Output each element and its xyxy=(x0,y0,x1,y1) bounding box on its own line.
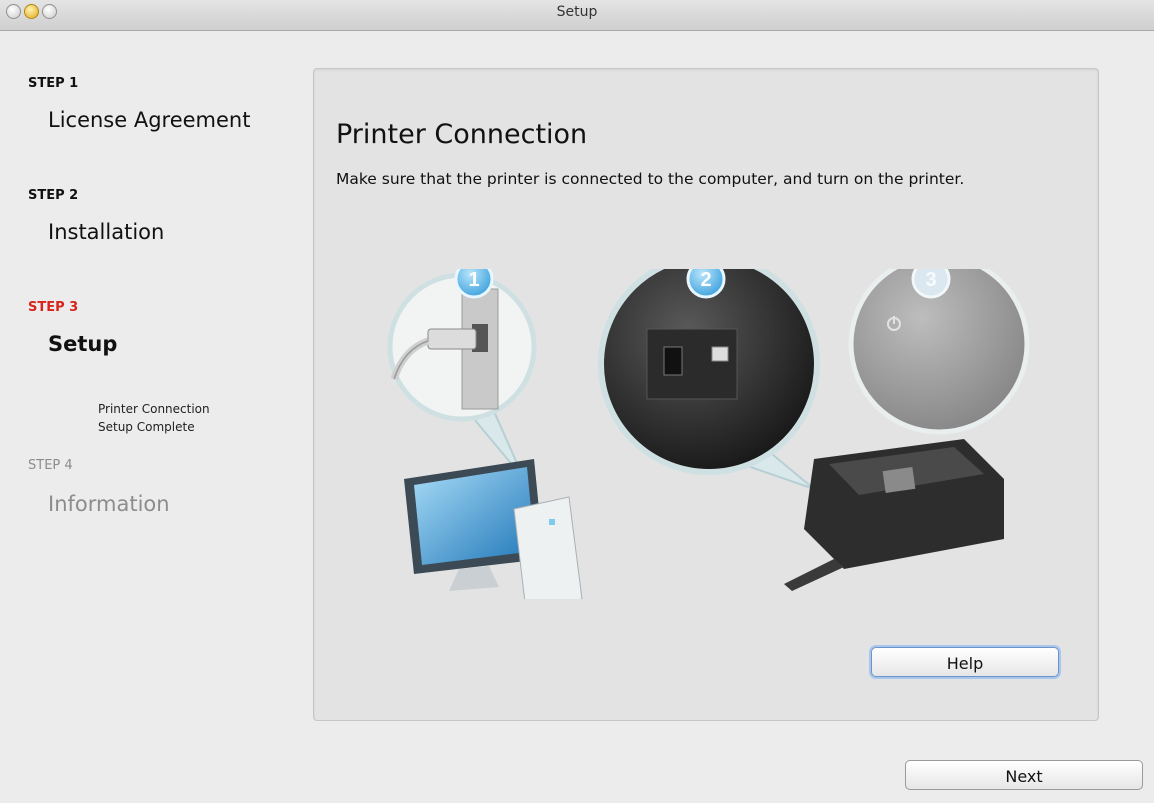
substep-setup-complete: Setup Complete xyxy=(98,420,195,434)
window-title-bar: Setup xyxy=(0,0,1154,31)
page-title: Printer Connection xyxy=(336,119,588,150)
step-2-badge: 2 xyxy=(686,269,726,299)
printer-port-callout xyxy=(598,269,820,490)
step-3-title: Setup xyxy=(48,332,118,356)
step-1-title: License Agreement xyxy=(48,108,251,132)
computer-icon xyxy=(404,459,583,599)
next-button[interactable]: Next xyxy=(905,760,1143,790)
step-3-tag: STEP 3 xyxy=(28,300,79,315)
step-2-tag: STEP 2 xyxy=(28,188,79,203)
step-1-tag: STEP 1 xyxy=(28,76,79,91)
help-button[interactable]: Help xyxy=(871,647,1059,677)
steps-sidebar: STEP 1 License Agreement STEP 2 Installa… xyxy=(0,30,300,730)
step-3-badge: 3 xyxy=(911,269,951,299)
svg-text:3: 3 xyxy=(925,269,936,291)
svg-text:1: 1 xyxy=(468,269,479,291)
window-title: Setup xyxy=(556,4,598,20)
step-4-tag: STEP 4 xyxy=(28,458,73,473)
step-1-badge: 1 xyxy=(454,269,494,299)
substep-printer-connection: Printer Connection xyxy=(98,402,210,416)
step-2-title: Installation xyxy=(48,220,165,244)
svg-text:2: 2 xyxy=(700,269,711,291)
main-panel: Printer Connection Make sure that the pr… xyxy=(313,68,1099,721)
usb-callout xyxy=(387,272,537,480)
step-4-title: Information xyxy=(48,492,170,516)
instruction-text: Make sure that the printer is connected … xyxy=(336,170,965,188)
printer-icon xyxy=(784,439,1004,591)
printer-connection-illustration: 1 2 3 xyxy=(387,269,1030,599)
